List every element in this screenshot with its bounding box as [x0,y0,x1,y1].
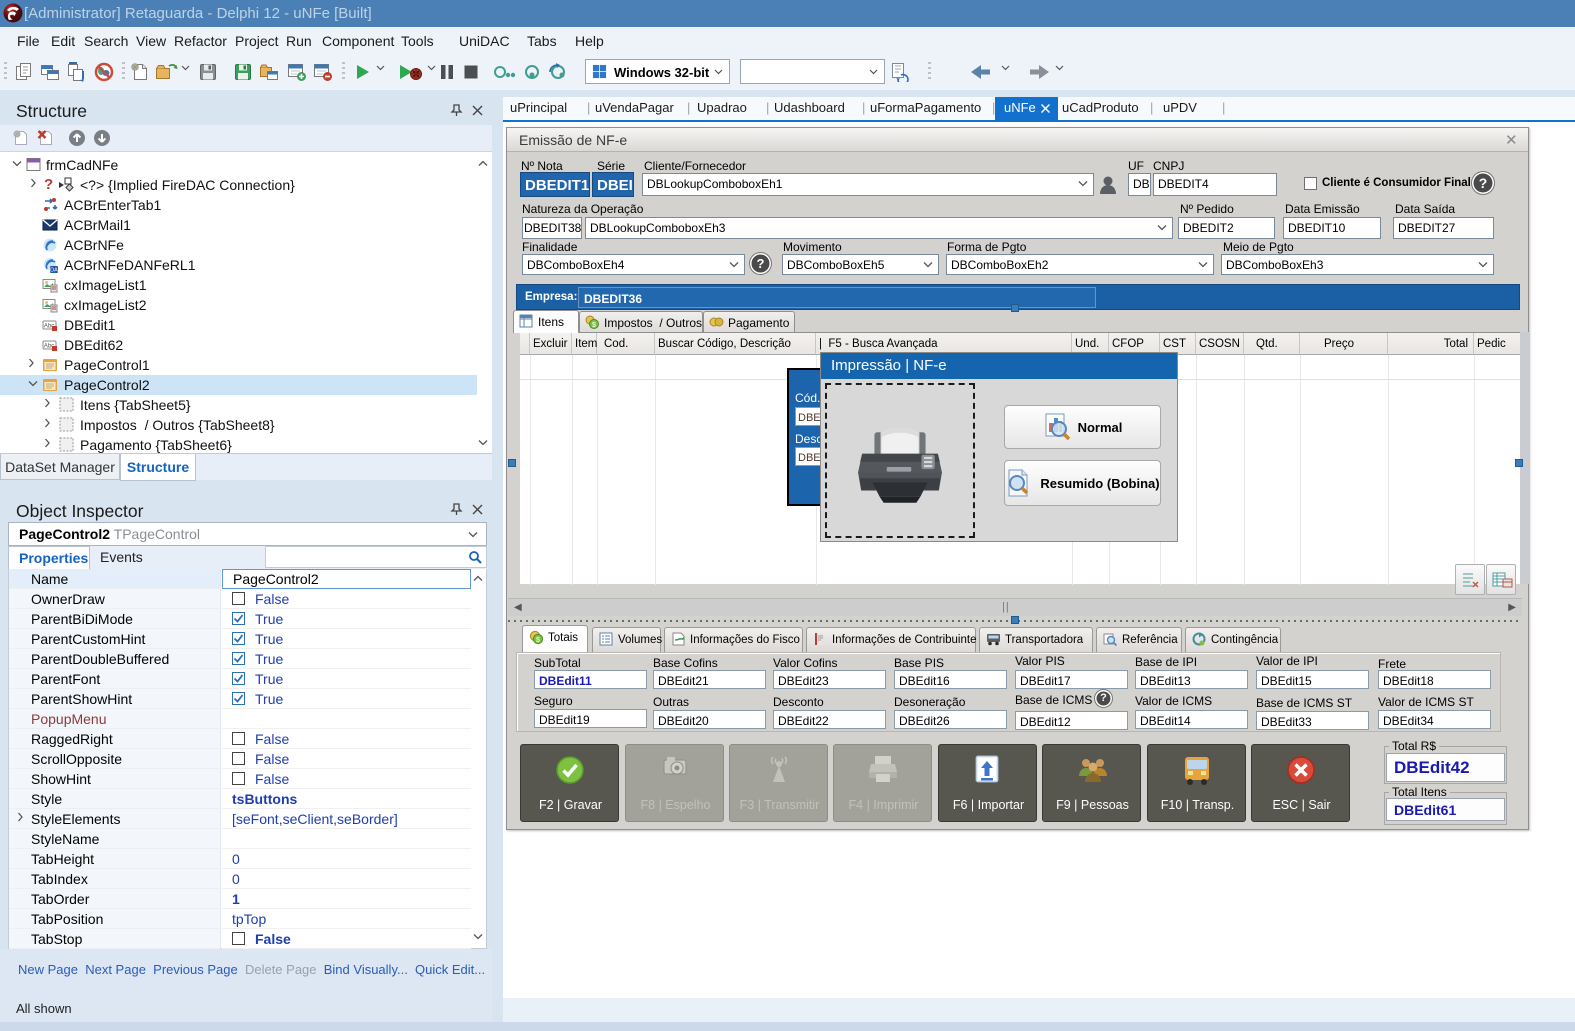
svg-text:$: $ [592,322,596,329]
svg-text:DA: DA [50,268,58,274]
svg-text:$: $ [536,637,540,644]
